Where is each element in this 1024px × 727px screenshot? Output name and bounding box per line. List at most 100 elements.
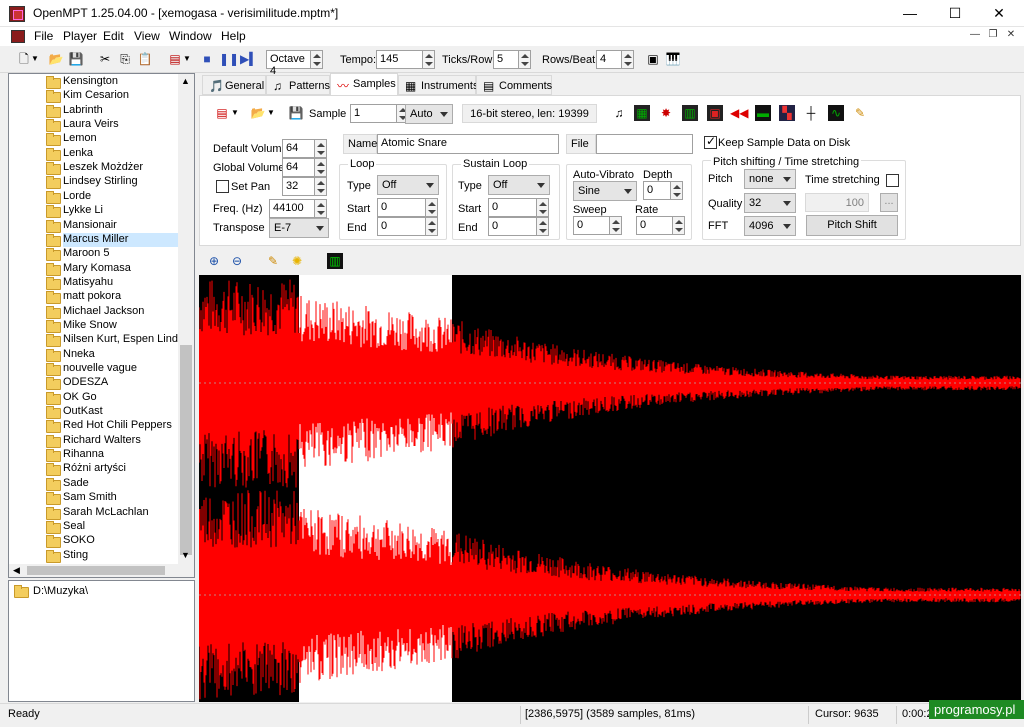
document-icon[interactable]: [11, 30, 25, 43]
loop-end-field[interactable]: 0: [377, 217, 426, 236]
fade-icon[interactable]: ▣: [707, 105, 723, 121]
normalize-icon[interactable]: ▦: [634, 105, 650, 121]
midi-record-icon[interactable]: 🎹: [665, 51, 681, 67]
load-dropdown-icon[interactable]: ▼: [266, 105, 276, 121]
quality-select[interactable]: 32: [744, 193, 796, 213]
spectrum-icon[interactable]: ▥: [327, 253, 343, 269]
pencil-tool-icon[interactable]: ✎: [265, 253, 281, 269]
tree-item[interactable]: nouvelle vague: [63, 362, 178, 376]
tab-general[interactable]: 🎵 General: [202, 75, 266, 95]
time-stretching-checkbox[interactable]: [886, 174, 899, 187]
tree-item[interactable]: Sting: [63, 549, 178, 563]
rate-field[interactable]: 0: [636, 216, 673, 235]
tree-item[interactable]: Mansionair: [63, 219, 178, 233]
new-dropdown-icon[interactable]: ▼: [30, 51, 40, 67]
sample-name-field[interactable]: Atomic Snare: [377, 134, 559, 154]
resample-icon[interactable]: ▥: [682, 105, 698, 121]
waveform-canvas[interactable]: [198, 275, 1021, 702]
play-dropdown-icon[interactable]: ▼: [182, 51, 192, 67]
depth-field[interactable]: 0: [643, 181, 671, 200]
vibrato-waveform-select[interactable]: Sine: [573, 181, 637, 201]
open-folder-icon[interactable]: 📂: [48, 51, 64, 67]
menu-window[interactable]: Window: [169, 29, 212, 43]
play-options-icon[interactable]: ▤: [167, 51, 183, 67]
sweep-spinner[interactable]: [609, 216, 622, 235]
save-sample-icon[interactable]: 💾: [288, 105, 304, 121]
folder-path[interactable]: D:\Muzyka\: [33, 585, 88, 597]
global-volume-field[interactable]: 64: [282, 158, 315, 177]
pitch-select[interactable]: none: [744, 169, 796, 189]
menu-player[interactable]: Player: [63, 29, 97, 43]
tree-item[interactable]: Mike Snow: [63, 319, 178, 333]
freq-spinner[interactable]: [314, 199, 327, 218]
tree-item[interactable]: Laura Veirs: [63, 118, 178, 132]
loop-type-select[interactable]: Off: [377, 175, 439, 195]
tree-item[interactable]: Sarah McLachlan: [63, 506, 178, 520]
tree-item[interactable]: Seal: [63, 520, 178, 534]
tab-patterns[interactable]: ♫ Patterns: [266, 75, 330, 95]
tree-item[interactable]: Marcus Miller: [63, 232, 178, 247]
tree-item[interactable]: Michael Jackson: [63, 305, 178, 319]
amplify-icon[interactable]: ✸: [658, 105, 674, 121]
stretch-ratio-field[interactable]: 100: [805, 193, 869, 212]
menu-help[interactable]: Help: [221, 29, 246, 43]
tree-item[interactable]: Labrinth: [63, 104, 178, 118]
zoom-in-icon[interactable]: ⊕: [206, 253, 222, 269]
new-sample-icon[interactable]: ▤: [214, 105, 230, 121]
maximize-button[interactable]: ☐: [932, 0, 978, 27]
draw-pencil-icon[interactable]: ✎: [852, 105, 868, 121]
sustain-end-field[interactable]: 0: [488, 217, 537, 236]
tree-item[interactable]: Matisyahu: [63, 276, 178, 290]
pause-icon[interactable]: ❚❚: [219, 51, 239, 67]
tree-item[interactable]: Leszek Możdżer: [63, 161, 178, 175]
tree-hscrollbar[interactable]: ◀: [9, 564, 178, 577]
sustain-type-select[interactable]: Off: [488, 175, 550, 195]
tree-item[interactable]: Richard Walters: [63, 434, 178, 448]
menu-view[interactable]: View: [134, 29, 160, 43]
tab-comments[interactable]: ▤ Comments: [476, 75, 552, 95]
tree-item[interactable]: OutKast: [63, 405, 178, 419]
tree-item[interactable]: Nilsen Kurt, Espen Lind, As: [63, 333, 178, 347]
close-button[interactable]: ✕: [976, 0, 1022, 27]
fft-select[interactable]: 4096: [744, 216, 796, 236]
tree-item[interactable]: ODESZA: [63, 376, 178, 390]
waveform-icon[interactable]: ∿: [828, 105, 844, 121]
mdi-close-icon[interactable]: ✕: [1004, 29, 1018, 42]
transpose-select[interactable]: E-7: [269, 218, 329, 238]
loop-end-spinner[interactable]: [425, 217, 438, 236]
copy-icon[interactable]: ⎘: [117, 51, 133, 67]
zoom-out-icon[interactable]: ⊖: [229, 253, 245, 269]
new-sample-dropdown-icon[interactable]: ▼: [230, 105, 240, 121]
tree-item[interactable]: OK Go: [63, 391, 178, 405]
openmpt-app-icon[interactable]: [9, 6, 25, 22]
tab-samples[interactable]: 〰 Samples: [330, 73, 398, 95]
tree-item[interactable]: Red Hot Chili Peppers: [63, 419, 178, 433]
freq-field[interactable]: 44100: [269, 199, 315, 218]
silence-icon[interactable]: ▬: [755, 105, 771, 121]
set-pan-checkbox[interactable]: [216, 180, 229, 193]
tree-item[interactable]: Lorde: [63, 190, 178, 204]
sample-mode-select[interactable]: Auto: [405, 104, 453, 124]
scroll-left-icon[interactable]: ◀: [13, 565, 20, 576]
tempo-field[interactable]: 145: [376, 50, 423, 69]
ticks-row-field[interactable]: 5: [493, 50, 519, 69]
default-volume-spinner[interactable]: [314, 139, 327, 158]
sustain-end-spinner[interactable]: [536, 217, 549, 236]
menu-file[interactable]: File: [34, 29, 53, 43]
tree-item[interactable]: Maroon 5: [63, 247, 178, 261]
invert-icon[interactable]: ▚: [779, 105, 795, 121]
scroll-up-icon[interactable]: ▲: [181, 76, 190, 86]
scroll-thumb[interactable]: [180, 345, 192, 555]
sample-file-field[interactable]: [596, 134, 693, 154]
tree-item[interactable]: Rihanna: [63, 448, 178, 462]
save-icon[interactable]: 💾: [68, 51, 84, 67]
scroll-down-icon[interactable]: ▼: [181, 550, 190, 560]
selection-tool-icon[interactable]: ✺: [289, 253, 305, 269]
paste-icon[interactable]: 📋: [137, 51, 153, 67]
tree-item[interactable]: matt pokora: [63, 290, 178, 304]
rows-beat-field[interactable]: 4: [596, 50, 622, 69]
tree-item[interactable]: Kensington: [63, 75, 178, 89]
tab-instruments[interactable]: ▦ Instruments: [398, 75, 478, 95]
octave-spinner[interactable]: [310, 50, 323, 69]
reverse-icon[interactable]: ◀◀: [730, 105, 748, 121]
